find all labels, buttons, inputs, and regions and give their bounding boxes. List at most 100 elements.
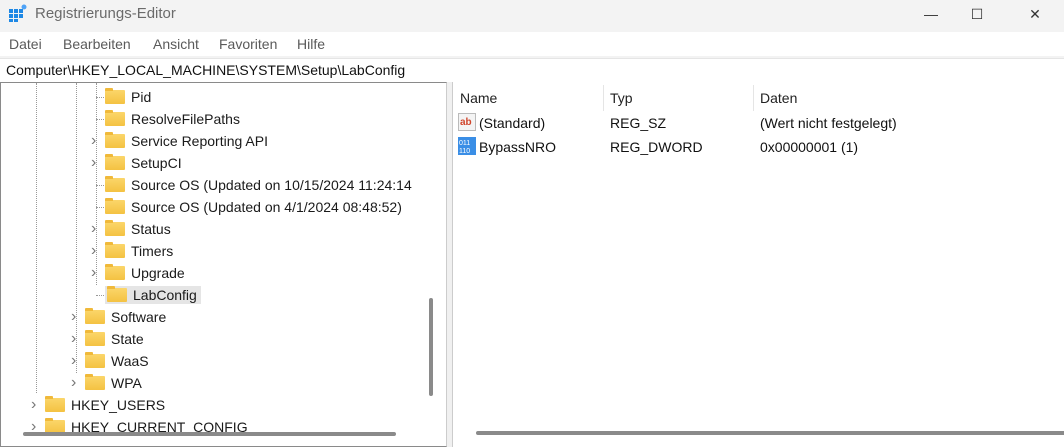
expand-chevron-icon[interactable]: ›: [91, 154, 101, 172]
column-header-type[interactable]: Typ: [610, 90, 633, 106]
folder-icon: [105, 220, 125, 236]
folder-icon: [107, 286, 127, 302]
tree-item[interactable]: Service Reporting API: [105, 130, 268, 152]
tree-item-label: HKEY_USERS: [71, 397, 166, 413]
svg-text:ab: ab: [460, 117, 472, 128]
address-bar[interactable]: Computer\HKEY_LOCAL_MACHINE\SYSTEM\Setup…: [0, 58, 1064, 82]
menu-hilfe[interactable]: Hilfe: [297, 36, 325, 52]
tree-item-label: Pid: [131, 89, 152, 105]
expand-chevron-icon[interactable]: ›: [71, 352, 81, 370]
folder-icon: [105, 264, 125, 280]
key-label-wrap[interactable]: SetupCI: [105, 154, 182, 171]
tree-item-label: WaaS: [111, 353, 149, 369]
menu-bearbeiten[interactable]: Bearbeiten: [63, 36, 131, 52]
column-header-data[interactable]: Daten: [760, 90, 797, 106]
key-label-wrap[interactable]: Timers: [105, 242, 173, 259]
tree-item[interactable]: LabConfig: [105, 284, 201, 306]
key-label-wrap[interactable]: WPA: [85, 374, 142, 391]
value-name: BypassNRO: [479, 139, 557, 155]
key-label-wrap[interactable]: Upgrade: [105, 264, 185, 281]
svg-text:011: 011: [459, 140, 470, 147]
binary-value-icon: 011110: [458, 137, 476, 155]
menu-ansicht[interactable]: Ansicht: [153, 36, 199, 52]
menu-favoriten[interactable]: Favoriten: [219, 36, 277, 52]
tree-item[interactable]: Status: [105, 218, 171, 240]
tree-line: [96, 119, 104, 120]
expand-chevron-icon[interactable]: ›: [91, 264, 101, 282]
key-label-wrap[interactable]: HKEY_USERS: [45, 396, 166, 413]
tree-item[interactable]: WPA: [85, 372, 142, 394]
folder-icon: [105, 154, 125, 170]
key-tree: Pid ResolveFilePaths Service Reporting API…: [0, 82, 447, 447]
expand-chevron-icon[interactable]: ›: [71, 330, 81, 348]
column-header-name[interactable]: Name: [460, 90, 497, 106]
value-data: (Wert nicht festgelegt): [760, 115, 897, 131]
list-horizontal-scrollbar[interactable]: [476, 431, 1064, 435]
folder-icon: [105, 176, 125, 192]
value-name: (Standard): [479, 115, 546, 131]
value-type: REG_DWORD: [610, 139, 703, 155]
registry-editor-icon: [9, 4, 27, 22]
key-label-wrap[interactable]: WaaS: [85, 352, 149, 369]
tree-item[interactable]: Source OS (Updated on 10/15/2024 11:24:1…: [105, 174, 412, 196]
tree-line: [36, 83, 37, 393]
tree-item[interactable]: Source OS (Updated on 4/1/2024 08:48:52): [105, 196, 402, 218]
key-label-wrap[interactable]: Service Reporting API: [105, 132, 268, 149]
tree-item[interactable]: ResolveFilePaths: [105, 108, 240, 130]
tree-item[interactable]: WaaS: [85, 350, 149, 372]
column-divider[interactable]: [603, 85, 604, 111]
expand-chevron-icon[interactable]: ›: [91, 242, 101, 260]
value-data: 0x00000001 (1): [760, 139, 859, 155]
column-divider[interactable]: [753, 85, 754, 111]
expand-chevron-icon[interactable]: ›: [31, 418, 41, 436]
title-bar: Registrierungs-Editor — ☐ ✕: [0, 0, 1064, 28]
expand-chevron-icon[interactable]: ›: [91, 220, 101, 238]
tree-item-label: Status: [131, 221, 171, 237]
tree-item[interactable]: HKEY_USERS: [45, 394, 165, 416]
tree-item[interactable]: Timers: [105, 240, 173, 262]
string-value-icon: ab: [458, 113, 476, 131]
tree-item-label: Source OS (Updated on 10/15/2024 11:24:1…: [131, 177, 412, 193]
address-path[interactable]: Computer\HKEY_LOCAL_MACHINE\SYSTEM\Setup…: [6, 62, 405, 78]
tree-item-label: Source OS (Updated on 4/1/2024 08:48:52): [131, 199, 402, 215]
tree-line: [96, 207, 104, 208]
tree-item[interactable]: Upgrade: [105, 262, 185, 284]
value-type: REG_SZ: [610, 115, 667, 131]
tree-line: [96, 295, 104, 296]
expand-chevron-icon[interactable]: ›: [71, 374, 81, 392]
close-button[interactable]: ✕: [1012, 0, 1058, 28]
tree-line: [96, 97, 104, 98]
window-title: Registrierungs-Editor: [35, 5, 176, 22]
tree-item[interactable]: Software: [85, 306, 166, 328]
key-label-wrap[interactable]: Source OS (Updated on 4/1/2024 08:48:52): [105, 198, 402, 215]
tree-item[interactable]: Pid: [105, 86, 151, 108]
key-label-wrap[interactable]: Software: [85, 308, 167, 325]
key-label-wrap[interactable]: Source OS (Updated on 10/15/2024 11:24:1…: [105, 176, 412, 193]
tree-item-label: WPA: [111, 375, 142, 391]
expand-chevron-icon[interactable]: ›: [71, 308, 81, 326]
tree-item[interactable]: SetupCI: [105, 152, 182, 174]
selected-key[interactable]: LabConfig: [105, 286, 201, 304]
folder-icon: [45, 396, 65, 412]
folder-icon: [105, 88, 125, 104]
key-label-wrap[interactable]: Pid: [105, 88, 152, 105]
tree-item-label: State: [111, 331, 144, 347]
svg-text:110: 110: [459, 148, 470, 155]
tree-item-label: Software: [111, 309, 167, 325]
key-label-wrap[interactable]: Status: [105, 220, 171, 237]
maximize-button[interactable]: ☐: [954, 0, 1000, 28]
tree-item[interactable]: State: [85, 328, 144, 350]
minimize-button[interactable]: —: [908, 0, 954, 28]
key-label-wrap[interactable]: State: [85, 330, 144, 347]
folder-icon: [85, 330, 105, 346]
tree-horizontal-scrollbar[interactable]: [23, 432, 396, 436]
tree-item-label: ResolveFilePaths: [131, 111, 240, 127]
key-label-wrap[interactable]: ResolveFilePaths: [105, 110, 240, 127]
tree-vertical-scrollbar[interactable]: [429, 298, 433, 396]
folder-icon: [105, 110, 125, 126]
expand-chevron-icon[interactable]: ›: [91, 132, 101, 150]
expand-chevron-icon[interactable]: ›: [31, 396, 41, 414]
menu-datei[interactable]: Datei: [9, 36, 42, 52]
folder-icon: [85, 352, 105, 368]
folder-icon: [105, 198, 125, 214]
